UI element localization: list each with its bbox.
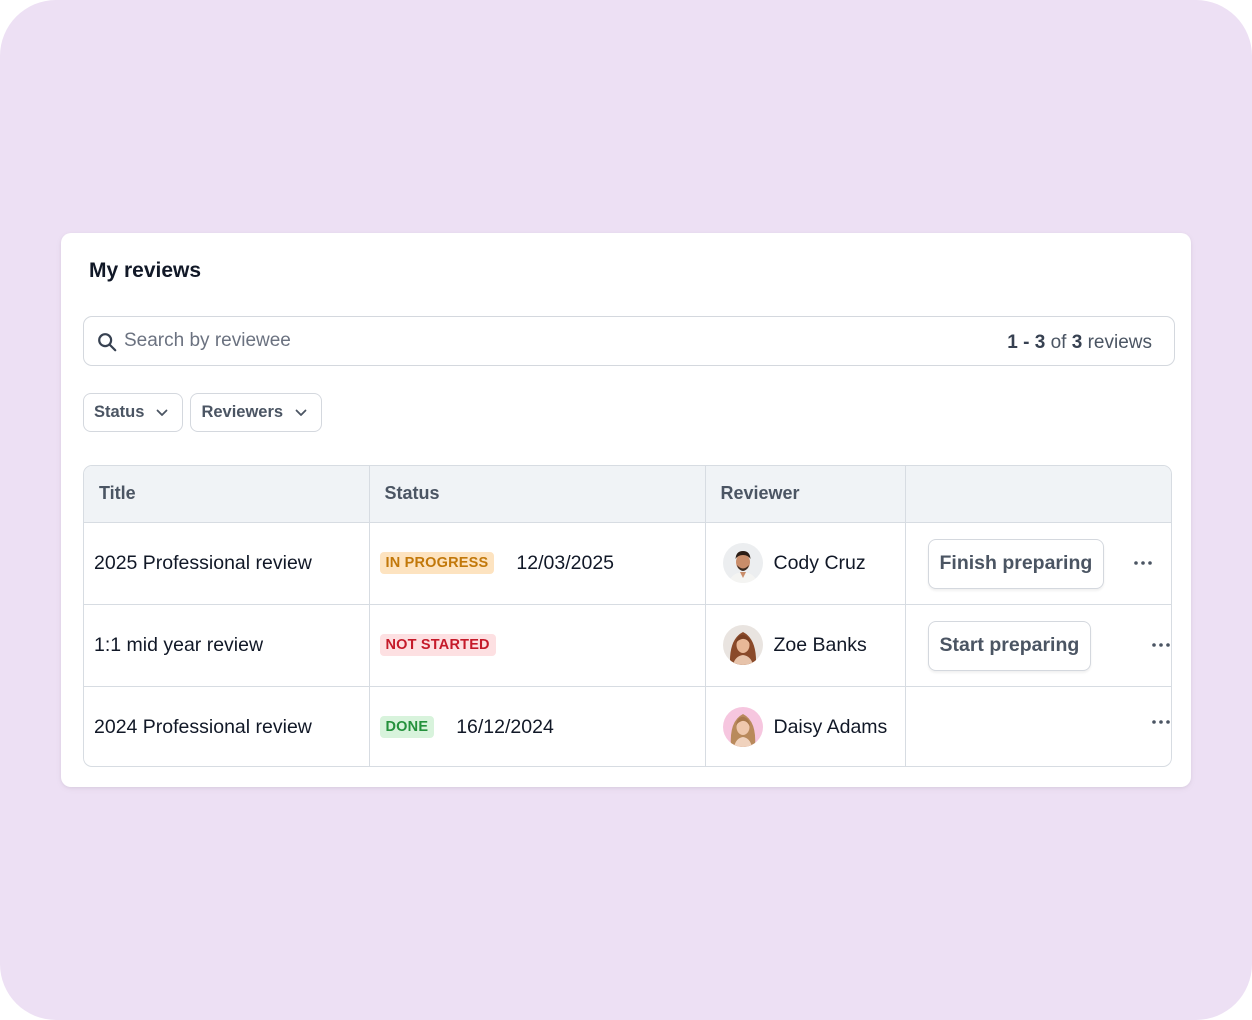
search-icon [98, 333, 117, 352]
avatar [722, 543, 763, 583]
status-cell: DONE 16/12/2024 [369, 686, 706, 766]
status-cell: IN PROGRESS 12/03/2025 [369, 522, 706, 605]
chevron-down-icon [295, 409, 307, 416]
reviews-table: Title Status Reviewer 2025 Professional … [83, 465, 1172, 767]
table-row[interactable]: 2024 Professional review DONE 16/12/2024 [84, 686, 1172, 766]
more-horizontal-icon[interactable] [1131, 555, 1155, 571]
search-input[interactable] [124, 325, 764, 357]
page-title: My reviews [89, 259, 202, 282]
reviewer-cell: Zoe Banks [705, 604, 906, 687]
reviewers-filter-button[interactable]: Reviewers [190, 393, 323, 432]
review-date: 16/12/2024 [456, 715, 554, 738]
review-title[interactable]: 2024 Professional review [84, 686, 370, 766]
status-badge: NOT STARTED [379, 634, 496, 656]
review-title[interactable]: 2025 Professional review [84, 522, 370, 605]
status-filter-button[interactable]: Status [83, 393, 184, 432]
status-filter-label: Status [94, 403, 145, 421]
more-horizontal-icon[interactable] [1149, 714, 1172, 730]
search-bar: 1 - 3 of 3 reviews [83, 316, 1175, 366]
status-badge: DONE [379, 716, 435, 739]
actions-cell [905, 686, 1172, 766]
reviewer-name[interactable]: Zoe Banks [774, 634, 867, 657]
actions-cell: Start preparing [905, 604, 1172, 687]
column-header-status[interactable]: Status [369, 466, 706, 523]
reviewer-cell: Cody Cruz [705, 522, 906, 605]
column-header-actions [905, 466, 1171, 523]
status-cell: NOT STARTED [369, 604, 706, 687]
reviewer-cell: Daisy Adams [705, 686, 906, 766]
reviews-card: My reviews 1 - 3 of 3 reviews Status Rev… [61, 233, 1191, 787]
results-count: 1 - 3 of 3 reviews [1007, 332, 1152, 353]
finish-preparing-button[interactable]: Finish preparing [927, 538, 1105, 589]
status-badge: IN PROGRESS [379, 552, 495, 574]
avatar [722, 625, 763, 665]
actions-cell: Finish preparing [905, 522, 1171, 605]
avatar [722, 707, 763, 748]
table-row[interactable]: 1:1 mid year review NOT STARTED Zoe Bank… [84, 604, 1172, 687]
table-header-row: Title Status Reviewer [84, 466, 1171, 523]
review-title[interactable]: 1:1 mid year review [84, 604, 370, 687]
chevron-down-icon [157, 409, 168, 416]
reviewer-name[interactable]: Cody Cruz [774, 552, 866, 575]
reviewers-filter-label: Reviewers [201, 403, 284, 421]
reviewer-name[interactable]: Daisy Adams [774, 716, 888, 739]
start-preparing-button[interactable]: Start preparing [927, 620, 1092, 671]
more-horizontal-icon[interactable] [1149, 637, 1172, 653]
filter-bar: Status Reviewers [83, 393, 323, 432]
review-date: 12/03/2025 [516, 551, 615, 574]
table-row[interactable]: 2025 Professional review IN PROGRESS 12/… [84, 522, 1171, 605]
column-header-title[interactable]: Title [84, 466, 370, 523]
column-header-reviewer[interactable]: Reviewer [705, 466, 906, 523]
